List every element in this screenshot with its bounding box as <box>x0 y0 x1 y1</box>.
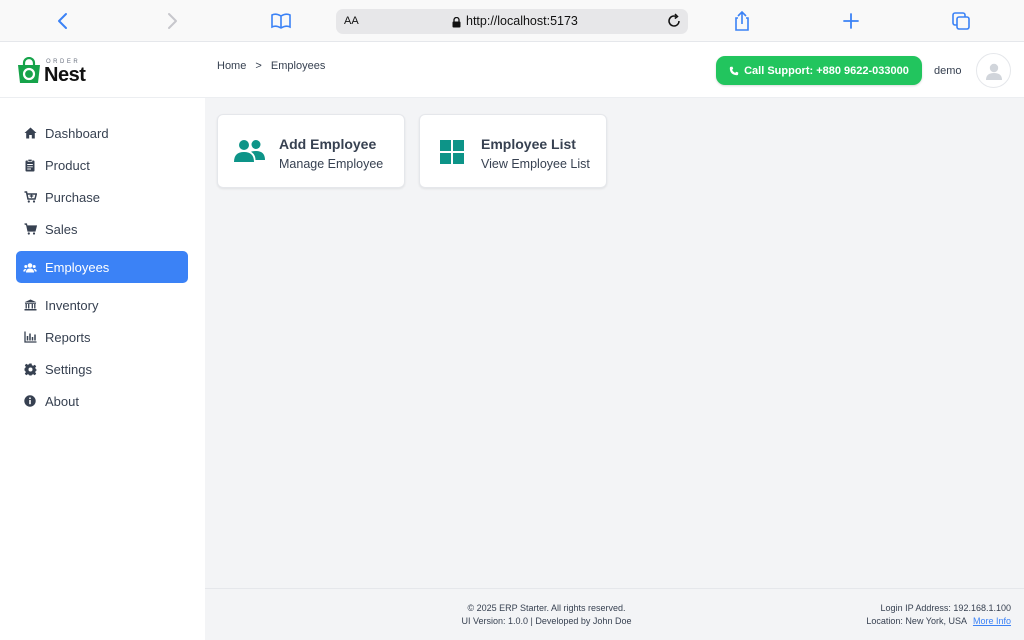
breadcrumb-current: Employees <box>270 60 326 72</box>
sidebar-item-reports[interactable]: Reports <box>16 322 188 352</box>
share-icon[interactable] <box>730 9 754 33</box>
user-icon <box>985 63 1002 80</box>
card-subtitle: Manage Employee <box>279 157 384 171</box>
app-header: ORDER Nest Home > Employees Call Support… <box>0 43 1024 98</box>
username[interactable]: demo <box>934 65 962 77</box>
sidebar-item-label: Purchase <box>45 189 100 205</box>
sidebar-item-sales[interactable]: Sales <box>16 214 188 244</box>
sidebar-item-label: Product <box>45 157 90 173</box>
sidebar-item-label: Settings <box>45 361 92 377</box>
footer: © 2025 ERP Starter. All rights reserved.… <box>205 588 1024 640</box>
bank-icon <box>23 298 37 312</box>
tabs-overview-icon[interactable] <box>949 9 973 33</box>
grid-icon <box>440 140 464 169</box>
cart-plus-icon <box>23 190 37 204</box>
card-subtitle: View Employee List <box>481 157 590 171</box>
breadcrumb-separator: > <box>255 60 262 72</box>
reload-icon[interactable] <box>666 13 682 34</box>
back-icon[interactable] <box>51 9 75 33</box>
app-logo[interactable]: ORDER Nest <box>16 57 96 87</box>
card-title: Add Employee <box>279 136 377 152</box>
bar-chart-icon <box>23 330 37 344</box>
clipboard-icon <box>23 158 37 172</box>
new-tab-icon[interactable] <box>839 9 863 33</box>
sidebar-item-dashboard[interactable]: Dashboard <box>16 118 188 148</box>
lock-icon <box>452 15 461 33</box>
footer-location: Location: New York, USA <box>866 616 967 626</box>
text-size-button[interactable]: AA <box>344 15 359 27</box>
sidebar-item-product[interactable]: Product <box>16 150 188 180</box>
users-icon <box>234 139 266 168</box>
main-content: Add Employee Manage Employee Employee Li… <box>205 98 1024 588</box>
sidebar-item-label: Employees <box>45 259 110 275</box>
logo-name: Nest <box>44 64 86 86</box>
sidebar-item-label: Sales <box>45 221 78 237</box>
sidebar-item-purchase[interactable]: Purchase <box>16 182 188 212</box>
avatar[interactable] <box>976 53 1011 88</box>
forward-icon[interactable] <box>160 9 184 33</box>
users-icon <box>23 260 37 274</box>
footer-copyright: © 2025 ERP Starter. All rights reserved. <box>467 603 626 613</box>
sidebar-item-about[interactable]: About <box>16 386 188 416</box>
add-employee-card[interactable]: Add Employee Manage Employee <box>217 114 405 188</box>
sidebar: Dashboard Product Purchase Sales Employe… <box>0 98 205 640</box>
footer-version: UI Version: 1.0.0 | Developed by John Do… <box>461 616 632 626</box>
call-support-label: Call Support: +880 9622-033000 <box>744 64 909 77</box>
cart-icon <box>23 222 37 236</box>
sidebar-item-label: About <box>45 393 79 409</box>
sidebar-item-label: Reports <box>45 329 91 345</box>
breadcrumb-home[interactable]: Home <box>217 60 246 72</box>
employee-list-card[interactable]: Employee List View Employee List <box>419 114 607 188</box>
breadcrumb: Home > Employees <box>217 60 331 72</box>
footer-ip: Login IP Address: 192.168.1.100 <box>880 603 1011 613</box>
info-icon <box>23 394 37 408</box>
browser-toolbar: AA http://localhost:5173 <box>0 0 1024 42</box>
sidebar-item-label: Inventory <box>45 297 99 313</box>
address-bar[interactable]: AA http://localhost:5173 <box>336 9 688 34</box>
more-info-link[interactable]: More Info <box>973 616 1011 626</box>
home-icon <box>23 126 37 140</box>
bookmarks-icon[interactable] <box>269 9 293 33</box>
bag-logo-icon <box>18 57 40 83</box>
sidebar-item-label: Dashboard <box>45 125 109 141</box>
phone-icon <box>729 66 739 75</box>
gear-icon <box>23 362 37 376</box>
sidebar-item-employees[interactable]: Employees <box>16 251 188 283</box>
sidebar-item-inventory[interactable]: Inventory <box>16 290 188 320</box>
sidebar-item-settings[interactable]: Settings <box>16 354 188 384</box>
footer-location-row: Location: New York, USA More Info <box>866 616 1011 626</box>
call-support-button[interactable]: Call Support: +880 9622-033000 <box>716 56 922 85</box>
card-title: Employee List <box>481 136 576 152</box>
url-text: http://localhost:5173 <box>466 14 578 28</box>
